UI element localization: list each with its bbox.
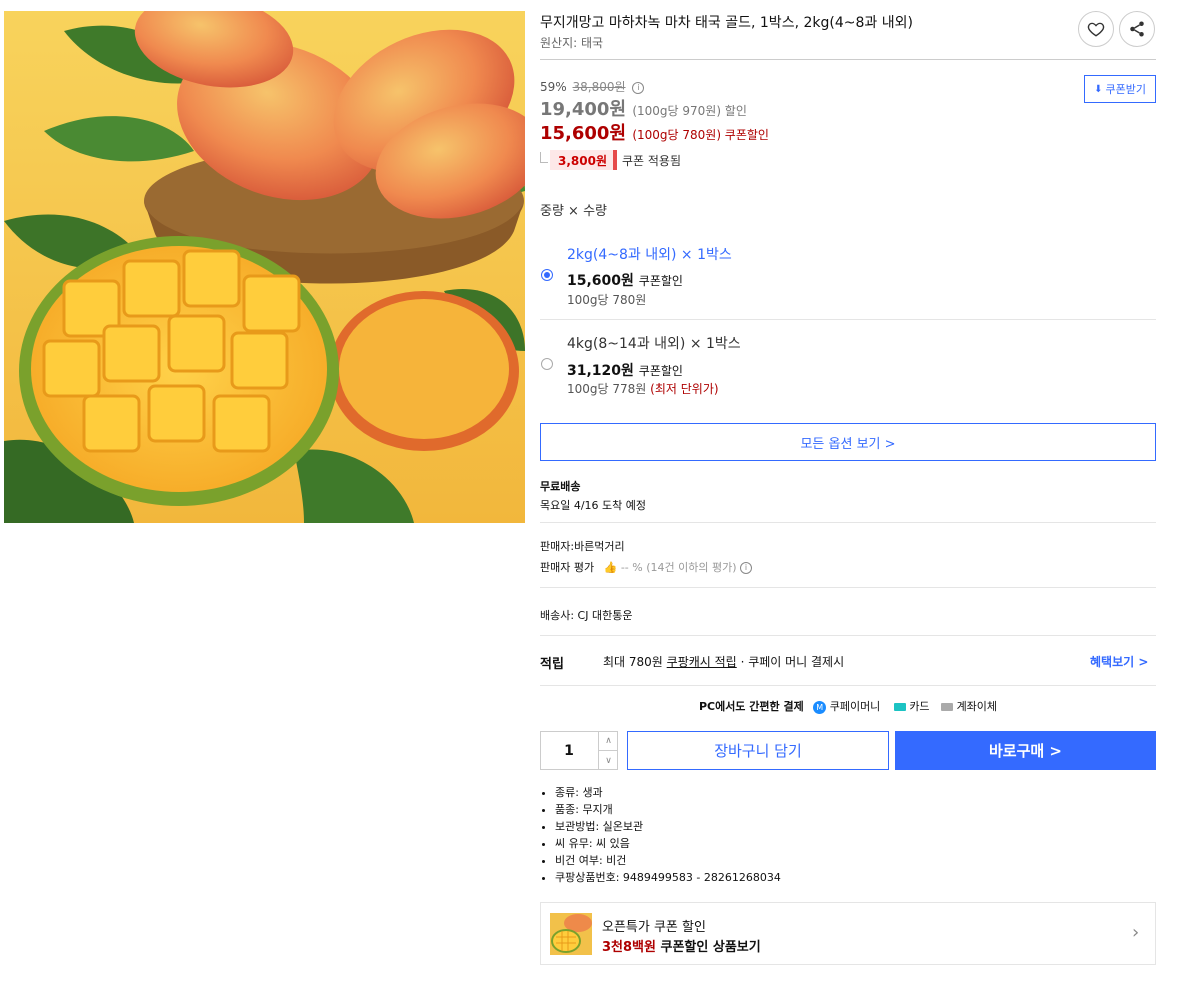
promo-thumbnail	[550, 913, 592, 955]
promo-cta: 쿠폰할인 상품보기	[655, 940, 761, 955]
option-price: 15,600원 쿠폰할인	[567, 270, 683, 290]
option-price-value: 31,120원	[567, 363, 634, 379]
coupon-download-label: 쿠폰받기	[1105, 83, 1146, 96]
original-price: 38,800원	[572, 80, 626, 94]
divider	[540, 587, 1156, 588]
list-item: 품종: 무지개	[555, 801, 781, 818]
benefit-link[interactable]: 혜택보기 >	[1090, 653, 1148, 670]
bank-icon	[941, 703, 954, 711]
divider	[540, 319, 1156, 320]
discount-rate: 59%	[540, 80, 567, 94]
discount-row: 59% 38,800원 i	[540, 78, 645, 95]
list-item: 씨 유무: 씨 있음	[555, 835, 781, 852]
corner-mark	[540, 152, 548, 163]
product-title: 무지개망고 마하차녹 마차 태국 골드, 1박스, 2kg(4~8과 내외)	[540, 15, 913, 31]
list-item: 보관방법: 실온보관	[555, 818, 781, 835]
product-origin: 원산지: 태국	[540, 36, 604, 50]
payment-title: PC에서도 간편한 결제	[698, 700, 804, 713]
buy-now-button[interactable]: 바로구매 >	[895, 731, 1156, 770]
seller-rating: 판매자 평가 👍 -- % (14건 이하의 평가) i	[540, 559, 752, 575]
option-price: 31,120원 쿠폰할인	[567, 360, 683, 380]
list-item: 종류: 생과	[555, 784, 781, 801]
payment-coupay-money: 쿠페이머니	[829, 700, 881, 713]
share-button[interactable]	[1119, 11, 1155, 47]
rewards-label: 적립	[540, 657, 564, 672]
option-price-note: 쿠폰할인	[638, 364, 683, 378]
quantity-buttons: ∧ ∨	[598, 731, 618, 770]
rewards-condition: · 쿠페이 머니 결제시	[740, 655, 845, 669]
promo-title: 오픈특가 쿠폰 할인	[602, 920, 706, 935]
coupon-price: 15,600원 (100g당 780원) 쿠폰할인	[540, 119, 769, 145]
promo-subtitle: 3천8백원 쿠폰할인 상품보기	[602, 936, 761, 955]
option-name[interactable]: 2kg(4~8과 내외) × 1박스	[567, 244, 732, 264]
option-unit-price: 100g당 780원	[567, 293, 647, 307]
quantity-input[interactable]: 1	[540, 731, 598, 770]
info-icon[interactable]: i	[632, 81, 645, 94]
mango-thumbnail	[550, 913, 592, 955]
divider	[540, 522, 1156, 523]
add-to-cart-button[interactable]: 장바구니 담기	[627, 731, 889, 770]
option-heading: 중량 × 수량	[540, 204, 607, 219]
coupon-download-button[interactable]: ⬇ 쿠폰받기	[1084, 75, 1156, 103]
coupang-cash-link[interactable]: 쿠팡캐시 적립	[667, 655, 737, 669]
download-icon: ⬇	[1094, 83, 1103, 95]
option-unit-value: 100g당 778원	[567, 382, 647, 396]
coupon-price-unit: (100g당 780원) 쿠폰할인	[632, 128, 769, 142]
chevron-right-icon[interactable]: ›	[1132, 922, 1139, 943]
coupay-icon: M	[813, 700, 827, 714]
divider	[540, 635, 1156, 636]
coupon-amount-badge: 3,800원	[550, 150, 617, 170]
mango-photo	[4, 11, 525, 523]
info-icon[interactable]: i	[740, 562, 752, 574]
arrival-date: 목요일 4/16 도착 예정	[540, 499, 647, 512]
coupon-price-value: 15,600원	[540, 123, 627, 144]
seller-rating-value: -- % (14건 이하의 평가)	[620, 561, 737, 574]
payment-card: 카드	[909, 700, 930, 713]
lowest-unit-badge: (최저 단위가)	[650, 382, 719, 396]
rewards-text: 최대 780원 쿠팡캐시 적립 · 쿠페이 머니 결제시	[603, 653, 844, 670]
thumbs-up-icon: 👍	[603, 561, 618, 574]
list-item: 비건 여부: 비건	[555, 852, 781, 869]
all-options-button[interactable]: 모든 옵션 보기 >	[540, 423, 1156, 461]
sale-price-value: 19,400원	[540, 99, 627, 120]
list-item: 쿠팡상품번호: 9489499583 - 28261268034	[555, 869, 781, 886]
option-price-note: 쿠폰할인	[638, 274, 683, 288]
coupon-applied-text: 쿠폰 적용됨	[622, 154, 682, 168]
heart-icon	[1087, 22, 1105, 37]
divider	[540, 685, 1156, 686]
divider	[540, 59, 1156, 60]
quantity-up-icon[interactable]: ∧	[599, 731, 618, 751]
payment-bank-transfer: 계좌이체	[956, 700, 998, 713]
quantity-down-icon[interactable]: ∨	[599, 751, 618, 770]
payment-methods: PC에서도 간편한 결제 M 쿠페이머니 카드 계좌이체	[540, 698, 1156, 714]
share-icon	[1130, 21, 1144, 37]
product-attributes: 종류: 생과 품종: 무지개 보관방법: 실온보관 씨 유무: 씨 있음 비건 …	[540, 784, 781, 886]
seller-rating-label: 판매자 평가	[540, 561, 595, 574]
sale-price-unit: (100g당 970원) 할인	[632, 104, 747, 118]
option-radio[interactable]	[541, 358, 553, 370]
free-shipping-label: 무료배송	[540, 480, 581, 493]
rewards-amount: 최대 780원	[603, 655, 663, 669]
promo-amount: 3천8백원	[602, 940, 656, 955]
product-image[interactable]	[4, 11, 525, 523]
option-price-value: 15,600원	[567, 273, 634, 289]
option-radio-selected[interactable]	[541, 269, 553, 281]
carrier: 배송사: CJ 대한통운	[540, 609, 633, 622]
sale-price: 19,400원 (100g당 970원) 할인	[540, 95, 747, 121]
option-unit-price: 100g당 778원 (최저 단위가)	[567, 380, 719, 397]
seller-name[interactable]: 판매자:바른먹거리	[540, 538, 625, 554]
wishlist-button[interactable]	[1078, 11, 1114, 47]
option-name[interactable]: 4kg(8~14과 내외) × 1박스	[567, 333, 741, 353]
card-icon	[893, 703, 906, 711]
